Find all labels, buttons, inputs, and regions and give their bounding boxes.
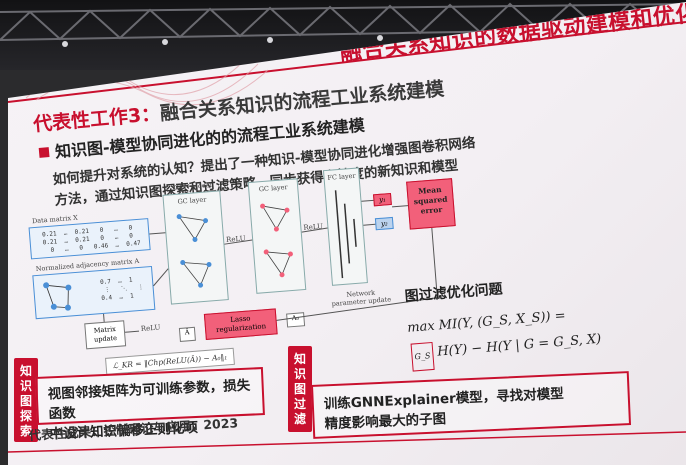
gc-layer-1-graph-icon: [176, 214, 212, 288]
filter-tag-char-4: 过: [293, 397, 306, 411]
a0-box: A₀: [286, 312, 306, 328]
relu-label-1: ReLU: [225, 234, 246, 245]
explore-tag-char-3: 图: [19, 394, 32, 408]
formula-block: 图过滤优化问题 max MI(Y, (G_S, X_S)) = G_S H(Y)…: [404, 271, 602, 372]
filter-tag-char-5: 滤: [293, 412, 306, 426]
formula-highlight: G_S: [410, 341, 435, 372]
output-y1: y₁: [373, 192, 392, 207]
mse-box: Mean squared error: [406, 178, 456, 230]
bullet-square-icon: [38, 147, 50, 158]
a-hat-box: Â: [178, 326, 196, 342]
relu-label-2: ReLU: [303, 222, 324, 232]
filter-text: 训练GNNExplainer模型，寻找对模型 精度影响最大的子图: [323, 384, 565, 434]
data-matrix-cells: 0.21 … 0.21 0 … 0 0.21 … 0.21 0 … 0 0 … 0…: [42, 224, 141, 256]
fc-layer-bars-icon: [334, 190, 357, 279]
filter-tag-char-3: 图: [293, 382, 306, 396]
filter-tag-char-1: 知: [293, 352, 306, 366]
adjacency-cells: 0.7 … 1 ⋮ ⋱ ⋮ 0.4 … 1: [100, 276, 145, 303]
fc-layer: FC layer: [322, 167, 368, 286]
adjacency-matrix: 0.7 … 1 ⋮ ⋱ ⋮ 0.4 … 1: [32, 265, 156, 320]
matrix-update-box: Matrix update: [84, 320, 127, 350]
gc-layer-1: GC layer: [162, 190, 229, 305]
fc-layer-label: FC layer: [327, 171, 356, 182]
output-y2: y₂: [374, 216, 394, 231]
relu-label-3: ReLU: [140, 323, 161, 333]
adjacency-graph-icon: [43, 282, 72, 311]
filter-tag: 知 识 图 过 滤: [288, 346, 312, 432]
explore-tag-char-4: 探: [19, 409, 32, 423]
gc-layer-2-graph-icon: [260, 203, 293, 278]
gc-layer-2: GC layer: [247, 178, 307, 294]
filter-tag-char-2: 识: [293, 367, 306, 381]
